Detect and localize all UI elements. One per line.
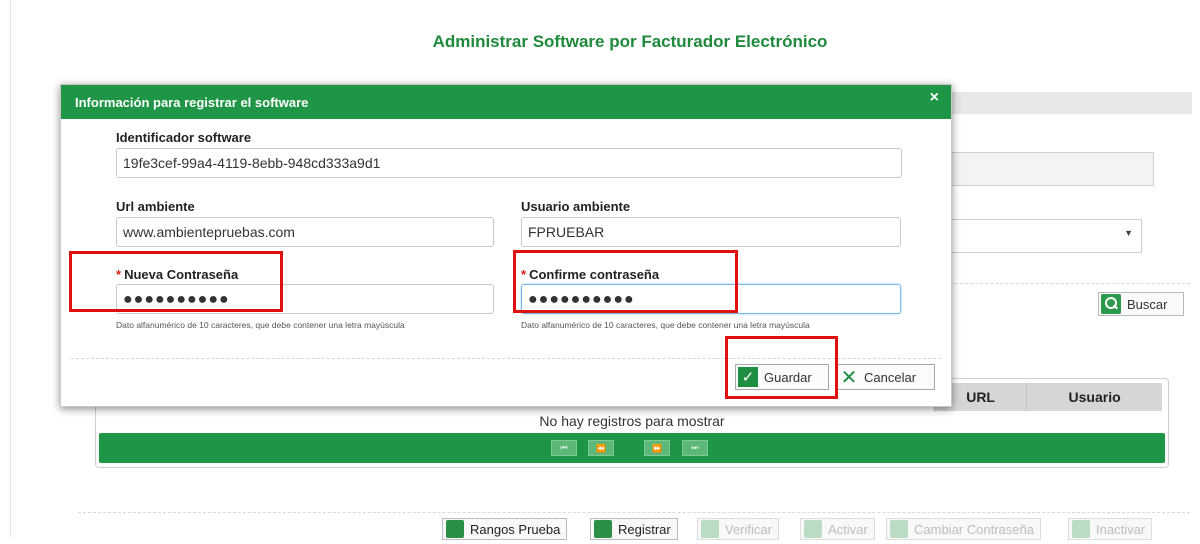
column-header-usuario[interactable]: Usuario <box>1026 383 1162 411</box>
guardar-button[interactable]: ✓ Guardar <box>735 364 829 390</box>
close-icon: ✕ <box>840 366 858 389</box>
search-icon <box>1101 294 1121 314</box>
registrar-label: Registrar <box>618 521 671 537</box>
grid-pager: ⏮ ⏪ ⏩ ⏭ <box>99 433 1165 463</box>
background-divider <box>950 283 1190 284</box>
activar-label: Activar <box>828 521 868 537</box>
rangos-prueba-label: Rangos Prueba <box>470 521 561 537</box>
nueva-contrasena-hint: Dato alfanumérico de 10 caracteres, que … <box>116 320 405 330</box>
verificar-label: Verificar <box>725 521 772 537</box>
confirme-contrasena-hint: Dato alfanumérico de 10 caracteres, que … <box>521 320 810 330</box>
upload-icon <box>804 520 822 538</box>
required-mark: * <box>521 267 527 282</box>
guardar-label: Guardar <box>764 369 812 385</box>
background-input[interactable] <box>948 152 1154 186</box>
bottom-toolbar: Rangos Prueba Registrar Verificar Activa… <box>0 518 1200 544</box>
background-select[interactable]: ▼ <box>948 219 1142 253</box>
url-label: Url ambiente <box>116 199 195 214</box>
document-icon <box>446 520 464 538</box>
pager-prev-button[interactable]: ⏪ <box>588 440 614 456</box>
usuario-label: Usuario ambiente <box>521 199 631 214</box>
dialog-divider <box>71 358 941 359</box>
identificador-input[interactable] <box>116 148 902 178</box>
cancelar-button[interactable]: ✕ Cancelar <box>837 364 935 390</box>
usuario-input[interactable] <box>521 217 901 247</box>
identificador-label: Identificador software <box>116 130 252 145</box>
pager-first-button[interactable]: ⏮ <box>551 440 577 456</box>
check-icon: ✓ <box>738 367 758 387</box>
nueva-contrasena-label-text: Nueva Contraseña <box>124 267 239 282</box>
dialog-header: Información para registrar el software × <box>61 85 951 119</box>
url-input[interactable] <box>116 217 494 247</box>
grid-empty-message: No hay registros para mostrar <box>539 413 725 429</box>
confirme-contrasena-label: * Confirme contraseña <box>521 267 659 282</box>
grid-header: URL Usuario <box>934 383 1162 411</box>
search-button[interactable]: Buscar <box>1098 292 1184 316</box>
bottom-divider <box>78 512 1190 513</box>
inactivar-label: Inactivar <box>1096 521 1146 537</box>
key-icon <box>890 520 908 538</box>
nueva-contrasena-label: * Nueva Contraseña <box>116 267 238 282</box>
dialog-title: Información para registrar el software <box>75 94 309 110</box>
background-tab-band <box>950 92 1192 114</box>
search-button-label: Buscar <box>1127 296 1168 312</box>
document-icon <box>594 520 612 538</box>
pager-next-button[interactable]: ⏩ <box>644 440 670 456</box>
register-software-dialog: Información para registrar el software ×… <box>60 84 952 407</box>
confirme-contrasena-label-text: Confirme contraseña <box>529 267 660 282</box>
confirme-contrasena-input[interactable]: ●●●●●●●●●● <box>521 284 901 314</box>
chevron-down-icon: ▼ <box>1124 228 1133 238</box>
left-rule <box>10 0 11 537</box>
document-icon <box>701 520 719 538</box>
page-title: Administrar Software por Facturador Elec… <box>432 32 828 51</box>
cambiar-contrasena-label: Cambiar Contraseña <box>914 521 1034 537</box>
pager-last-button[interactable]: ⏭ <box>682 440 708 456</box>
required-mark: * <box>116 267 122 282</box>
nueva-contrasena-input[interactable]: ●●●●●●●●●● <box>116 284 494 314</box>
page: Administrar Software por Facturador Elec… <box>0 0 1200 540</box>
download-icon <box>1072 520 1090 538</box>
close-icon[interactable]: × <box>930 89 939 107</box>
cancelar-label: Cancelar <box>864 369 917 385</box>
